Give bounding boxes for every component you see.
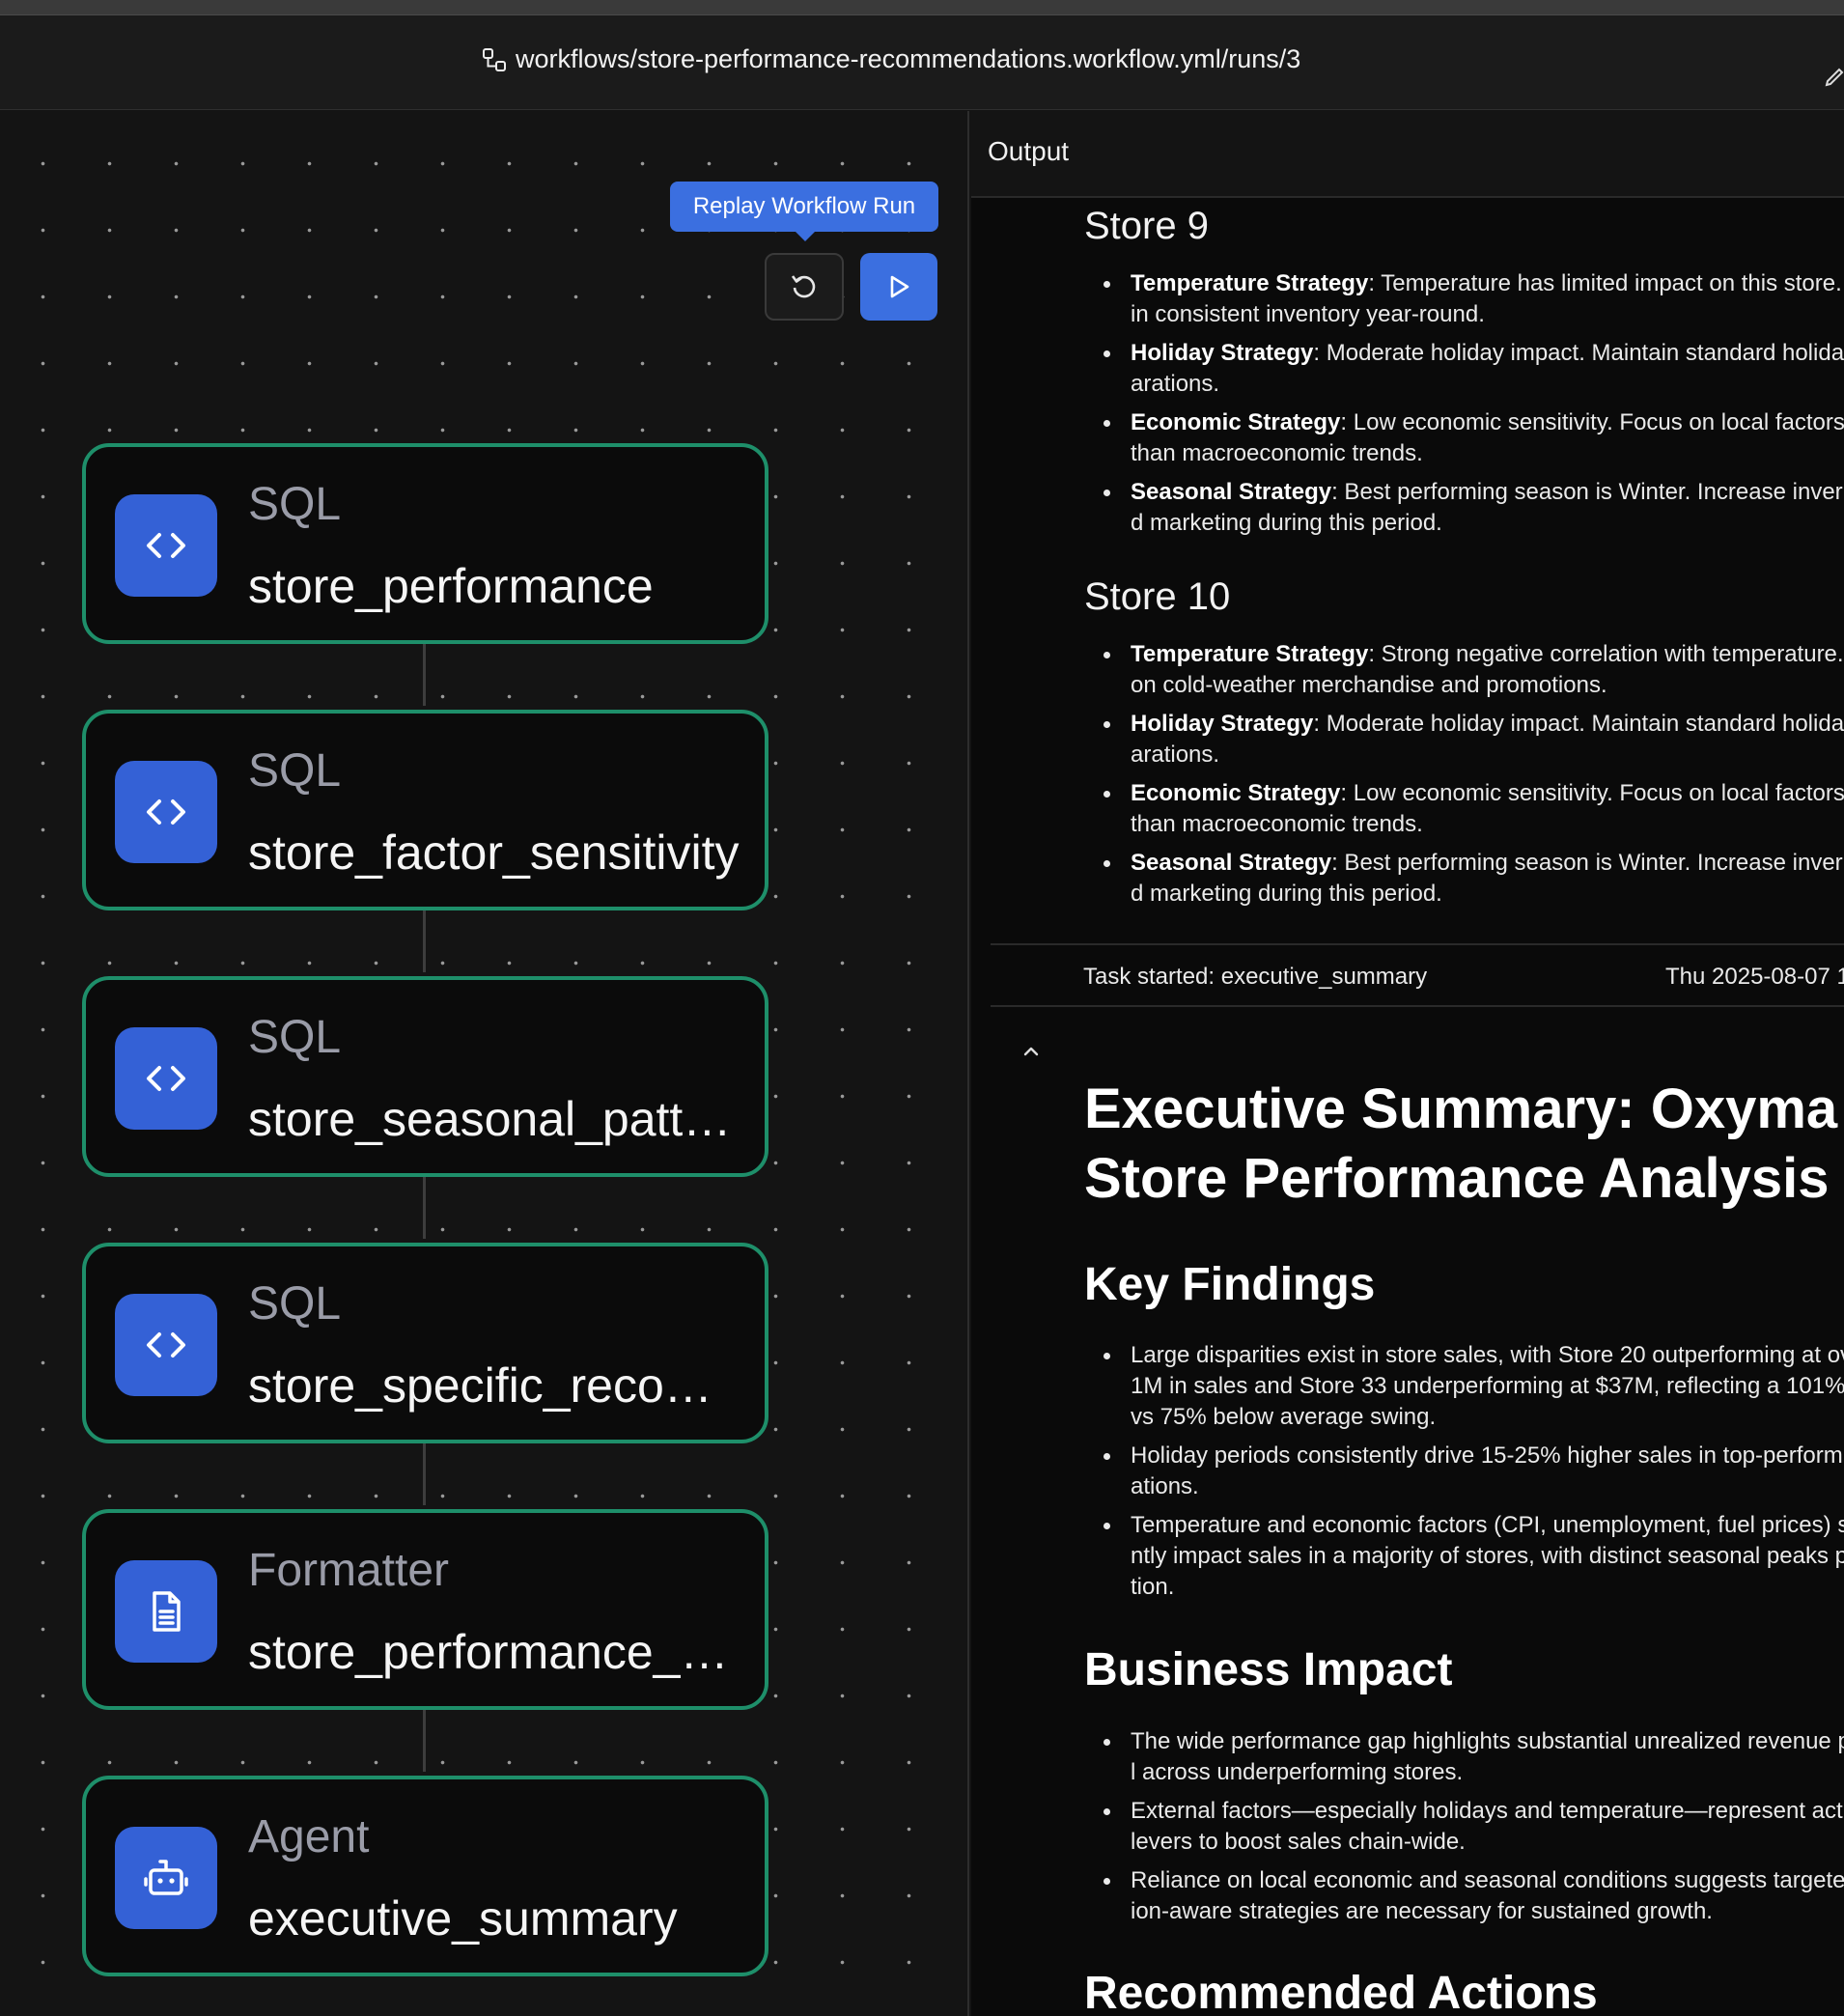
store-strategy-list: Temperature Strategy: Temperature has li… — [1084, 268, 1844, 546]
output-header: Output — [971, 111, 1844, 198]
code-icon — [115, 494, 217, 597]
output-title: Output — [988, 136, 1070, 166]
list-item: Temperature and economic factors (CPI, u… — [1084, 1510, 1844, 1603]
node-name: store_seasonal_patt… — [248, 1092, 732, 1146]
list-item: The wide performance gap highlights subs… — [1084, 1726, 1844, 1788]
code-icon — [115, 1294, 217, 1396]
connector-line — [423, 1710, 426, 1772]
node-name: store_performance_… — [248, 1625, 729, 1679]
summary-title: Executive Summary: Oxyma Store Performan… — [1084, 1078, 1838, 1210]
chevron-up-icon[interactable] — [1018, 1038, 1045, 1065]
output-panel[interactable]: Output Store 9 Temperature Strategy: Tem… — [971, 111, 1844, 2016]
edit-icon[interactable] — [1823, 66, 1844, 89]
store-strategy-list: Temperature Strategy: Strong negative co… — [1084, 639, 1844, 917]
workflow-canvas[interactable]: Replay Workflow Run SQL store_performanc… — [0, 111, 969, 2016]
connector-line — [423, 644, 426, 706]
header-bar: workflows/store-performance-recommendati… — [0, 15, 1844, 110]
node-type: SQL — [248, 745, 342, 797]
node-type: Formatter — [248, 1545, 450, 1596]
store-heading: Store 10 — [1084, 575, 1231, 618]
task-status-text: Task started: executive_summary — [1083, 964, 1428, 990]
replay-button[interactable] — [765, 253, 844, 321]
node-type: Agent — [248, 1811, 370, 1862]
node-type: SQL — [248, 1278, 342, 1330]
breadcrumb: workflows/store-performance-recommendati… — [481, 44, 1300, 74]
run-button[interactable] — [860, 253, 937, 321]
workflow-path: workflows/store-performance-recommendati… — [516, 44, 1301, 73]
node-store-specific-recommendations[interactable]: SQL store_specific_reco… — [82, 1243, 768, 1443]
document-icon — [115, 1560, 217, 1663]
code-icon — [115, 1027, 217, 1130]
task-timestamp: Thu 2025-08-07 1 — [1665, 964, 1844, 990]
list-item: Holiday Strategy: Moderate holiday impac… — [1084, 338, 1844, 400]
robot-icon — [115, 1827, 217, 1929]
code-icon — [115, 761, 217, 863]
list-item: Large disparities exist in store sales, … — [1084, 1340, 1844, 1433]
node-type: SQL — [248, 479, 342, 530]
node-executive-summary[interactable]: Agent executive_summary — [82, 1776, 768, 1976]
replay-tooltip: Replay Workflow Run — [670, 182, 938, 241]
workflow-icon — [483, 47, 506, 71]
list-item: Temperature Strategy: Temperature has li… — [1084, 268, 1844, 330]
task-status-bar: Task started: executive_summary Thu 2025… — [991, 943, 1844, 1007]
list-item: Temperature Strategy: Strong negative co… — [1084, 639, 1844, 701]
list-item: Economic Strategy: Low economic sensitiv… — [1084, 778, 1844, 840]
list-item: Seasonal Strategy: Best performing seaso… — [1084, 477, 1844, 539]
connector-line — [423, 1443, 426, 1505]
connector-line — [423, 910, 426, 972]
node-name: executive_summary — [248, 1891, 678, 1946]
node-name: store_factor_sensitivity — [248, 826, 740, 880]
business-impact-list: The wide performance gap highlights subs… — [1084, 1726, 1844, 1935]
replay-icon — [791, 275, 816, 298]
section-heading: Key Findings — [1084, 1259, 1376, 1310]
key-findings-list: Large disparities exist in store sales, … — [1084, 1340, 1844, 1610]
list-item: Seasonal Strategy: Best performing seaso… — [1084, 848, 1844, 910]
node-store-performance[interactable]: SQL store_performance — [82, 443, 768, 644]
section-heading: Business Impact — [1084, 1644, 1453, 1695]
node-name: store_performance — [248, 559, 654, 613]
list-item: Holiday periods consistently drive 15-25… — [1084, 1441, 1844, 1502]
node-name: store_specific_reco… — [248, 1358, 712, 1413]
node-type: SQL — [248, 1012, 342, 1063]
window-top-strip — [0, 0, 1844, 15]
list-item: Economic Strategy: Low economic sensitiv… — [1084, 407, 1844, 469]
connector-line — [423, 1177, 426, 1239]
list-item: Holiday Strategy: Moderate holiday impac… — [1084, 709, 1844, 770]
node-store-seasonal-patterns[interactable]: SQL store_seasonal_patt… — [82, 976, 768, 1177]
list-item: External factors—especially holidays and… — [1084, 1796, 1844, 1858]
node-store-performance-formatter[interactable]: Formatter store_performance_… — [82, 1509, 768, 1710]
store-heading: Store 9 — [1084, 205, 1209, 247]
section-heading: Recommended Actions — [1084, 1968, 1598, 2016]
play-icon — [890, 275, 909, 298]
list-item: Reliance on local economic and seasonal … — [1084, 1865, 1844, 1927]
node-store-factor-sensitivity[interactable]: SQL store_factor_sensitivity — [82, 710, 768, 910]
